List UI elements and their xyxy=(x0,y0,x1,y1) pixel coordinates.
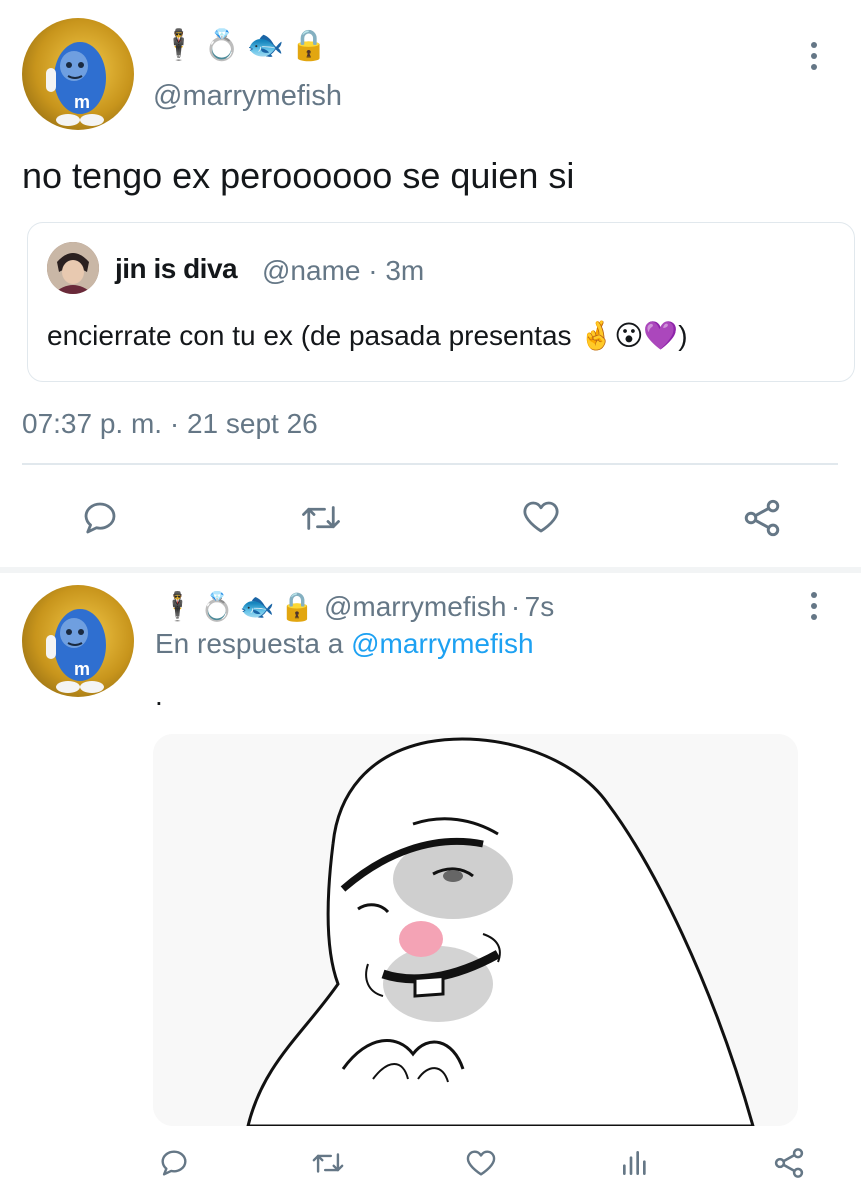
author-handle[interactable]: @marrymefish xyxy=(153,80,342,113)
like-icon[interactable] xyxy=(519,496,563,538)
replying-to-link[interactable]: @marrymefish xyxy=(351,628,533,659)
author-avatar[interactable]: m xyxy=(22,18,134,130)
quoted-author-handle: @name xyxy=(262,255,361,286)
tweet-timestamp: 07:37 p. m. · 21 sept 26 xyxy=(22,408,318,439)
quoted-meta: @name · 3m xyxy=(262,255,424,287)
divider xyxy=(22,463,838,465)
svg-text:m: m xyxy=(74,659,90,679)
reply-author-handle[interactable]: @marrymefish xyxy=(324,591,506,622)
reply-author-emoji-name: 🕴💍🐟🔒 xyxy=(160,590,320,623)
lock-icon: 🔒 xyxy=(279,590,320,623)
section-divider xyxy=(0,567,861,573)
ring-icon: 💍 xyxy=(203,28,247,63)
quoted-tweet-text: encierrate con tu ex (de pasada presenta… xyxy=(47,320,688,351)
fish-icon: 🐟 xyxy=(246,28,291,63)
fish-icon: 🐟 xyxy=(239,590,280,623)
mnm-avatar-image: m xyxy=(46,609,106,693)
lock-icon: 🔒 xyxy=(290,28,334,63)
troll-face-meme-drawing xyxy=(153,734,798,1126)
person-in-suit-icon: 🕴 xyxy=(160,590,200,623)
reply-time: 7s xyxy=(524,591,555,622)
author-emoji-name: 🕴💍🐟🔒 xyxy=(160,28,333,63)
quoted-time: 3m xyxy=(385,255,425,286)
mnm-avatar-image: m xyxy=(46,42,106,126)
quoted-tweet-card[interactable]: jin is diva @name · 3m encierrate con tu… xyxy=(27,222,855,382)
reply-analytics-icon[interactable] xyxy=(619,1146,651,1180)
more-options-icon[interactable] xyxy=(811,42,817,75)
reply-header: 🕴💍🐟🔒 @marrymefish · 7s xyxy=(160,590,554,623)
ring-icon: 💍 xyxy=(199,590,240,623)
reply-media-image[interactable] xyxy=(153,734,798,1126)
svg-text:m: m xyxy=(74,92,90,112)
share-icon[interactable] xyxy=(740,496,784,540)
quoted-separator: · xyxy=(368,255,378,286)
reply-separator: · xyxy=(510,591,521,622)
quoted-author-avatar xyxy=(47,242,99,294)
person-in-suit-icon: 🕴 xyxy=(160,28,204,63)
quoted-author-name: jin is diva xyxy=(115,253,238,284)
reply-author-avatar[interactable]: m xyxy=(22,585,134,697)
reply-share-icon[interactable] xyxy=(771,1145,807,1181)
reply-like-icon[interactable] xyxy=(463,1146,499,1180)
reply-text: . xyxy=(155,680,163,711)
replying-to-prefix: En respuesta a xyxy=(155,628,344,659)
reply-icon[interactable] xyxy=(79,497,121,539)
reply-reply-icon[interactable] xyxy=(157,1146,191,1180)
retweet-icon[interactable] xyxy=(298,497,344,539)
reply-more-options-icon[interactable] xyxy=(811,592,817,625)
replying-to-line: En respuesta a @marrymefish xyxy=(155,628,534,660)
reply-retweet-icon[interactable] xyxy=(309,1146,347,1180)
tweet-text: no tengo ex peroooooo se quien si xyxy=(22,155,575,196)
